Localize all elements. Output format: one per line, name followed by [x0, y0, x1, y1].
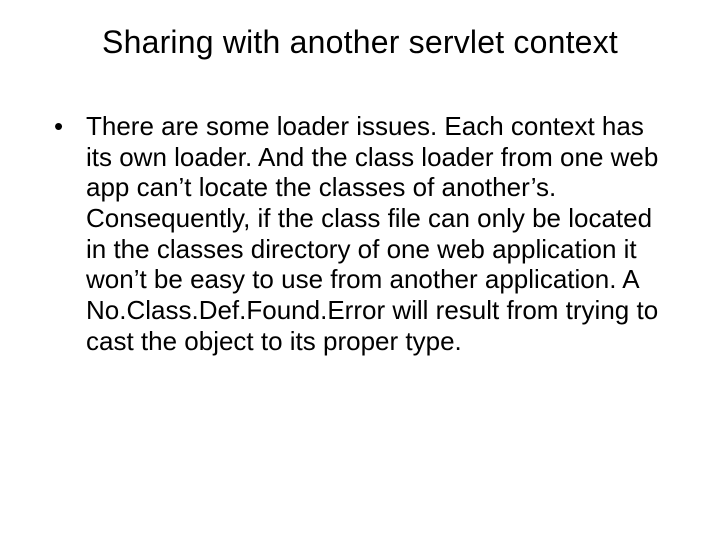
slide: Sharing with another servlet context The…: [0, 0, 720, 540]
slide-title: Sharing with another servlet context: [50, 24, 670, 61]
bullet-list: There are some loader issues. Each conte…: [50, 111, 670, 356]
list-item: There are some loader issues. Each conte…: [50, 111, 670, 356]
bullet-text: There are some loader issues. Each conte…: [86, 111, 658, 356]
slide-body: There are some loader issues. Each conte…: [50, 111, 670, 356]
